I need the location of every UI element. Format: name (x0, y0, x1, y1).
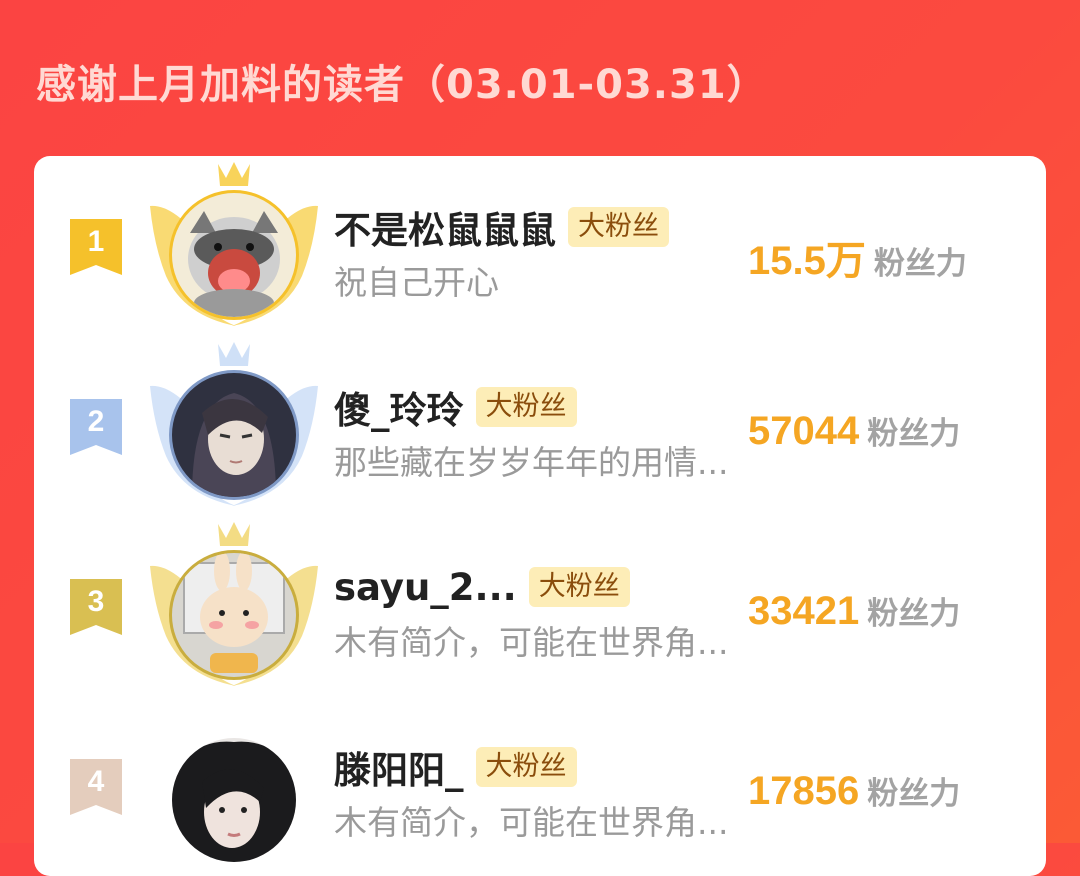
rank-badge: 2 (70, 399, 122, 455)
rank-number: 1 (87, 225, 105, 258)
fan-power-unit: 粉丝力 (867, 596, 961, 632)
fan-level-badge: 大粉丝 (475, 747, 577, 787)
fan-level-badge: 大粉丝 (475, 387, 577, 427)
bio: 木有简介，可能在世界角... (334, 803, 729, 842)
list-item-rank-3[interactable]: 3 sayu_2... 大粉丝 木有简介，可能在世界角... 33421 粉丝力 (34, 516, 1046, 696)
fan-power-unit: 粉丝力 (867, 776, 961, 812)
fan-power-unit: 粉丝力 (873, 246, 967, 282)
avatar[interactable] (172, 738, 296, 862)
nickname[interactable]: 不是松鼠鼠鼠 (334, 200, 556, 254)
fan-power-value: 57044 (748, 409, 860, 453)
fan-power: 33421 粉丝力 (748, 588, 960, 634)
avatar[interactable] (172, 553, 296, 677)
fan-level-badge: 大粉丝 (568, 207, 669, 247)
avatar-frame (144, 516, 324, 696)
list-item-rank-1[interactable]: 1 不是松鼠鼠鼠 大粉丝 祝自己开心 15.5万 粉丝力 (34, 156, 1046, 336)
bio: 木有简介，可能在世界角... (334, 623, 729, 662)
nickname[interactable]: 傻_玲玲 (334, 380, 464, 434)
fan-power-value: 33421 (748, 589, 860, 633)
avatar-frame (144, 336, 324, 516)
nickname[interactable]: 滕阳阳_ (334, 740, 464, 794)
bio: 那些藏在岁岁年年的用情... (334, 443, 729, 482)
avatar-frame (144, 156, 324, 336)
rank-number: 2 (87, 405, 105, 438)
rank-number: 4 (87, 765, 105, 798)
fan-level-badge: 大粉丝 (528, 567, 630, 607)
reader-ranking-list: 1 不是松鼠鼠鼠 大粉丝 祝自己开心 15.5万 粉丝力 2 傻_玲玲 大粉丝 … (34, 156, 1046, 876)
list-item-rank-2[interactable]: 2 傻_玲玲 大粉丝 那些藏在岁岁年年的用情... 57044 粉丝力 (34, 336, 1046, 516)
avatar[interactable] (172, 193, 296, 317)
avatar-frame (144, 696, 324, 876)
rank-badge: 3 (70, 579, 122, 635)
rank-number: 3 (87, 585, 105, 618)
fan-power: 15.5万 粉丝力 (748, 228, 967, 286)
fan-power-value: 17856 (748, 769, 860, 813)
fan-power-unit: 粉丝力 (867, 416, 961, 452)
page-title: 感谢上月加料的读者（03.01-03.31） (36, 62, 768, 108)
rank-badge: 4 (70, 759, 122, 815)
nickname[interactable]: sayu_2... (334, 566, 517, 609)
fan-power: 17856 粉丝力 (748, 768, 960, 814)
fan-power-value: 15.5万 (748, 239, 866, 283)
fan-power: 57044 粉丝力 (748, 408, 960, 454)
list-item-rank-4[interactable]: 4 滕阳阳_ 大粉丝 木有简介，可能在世界角... 17856 粉丝力 (34, 696, 1046, 876)
rank-badge: 1 (70, 219, 122, 275)
bio: 祝自己开心 (334, 263, 499, 302)
avatar[interactable] (172, 373, 296, 497)
